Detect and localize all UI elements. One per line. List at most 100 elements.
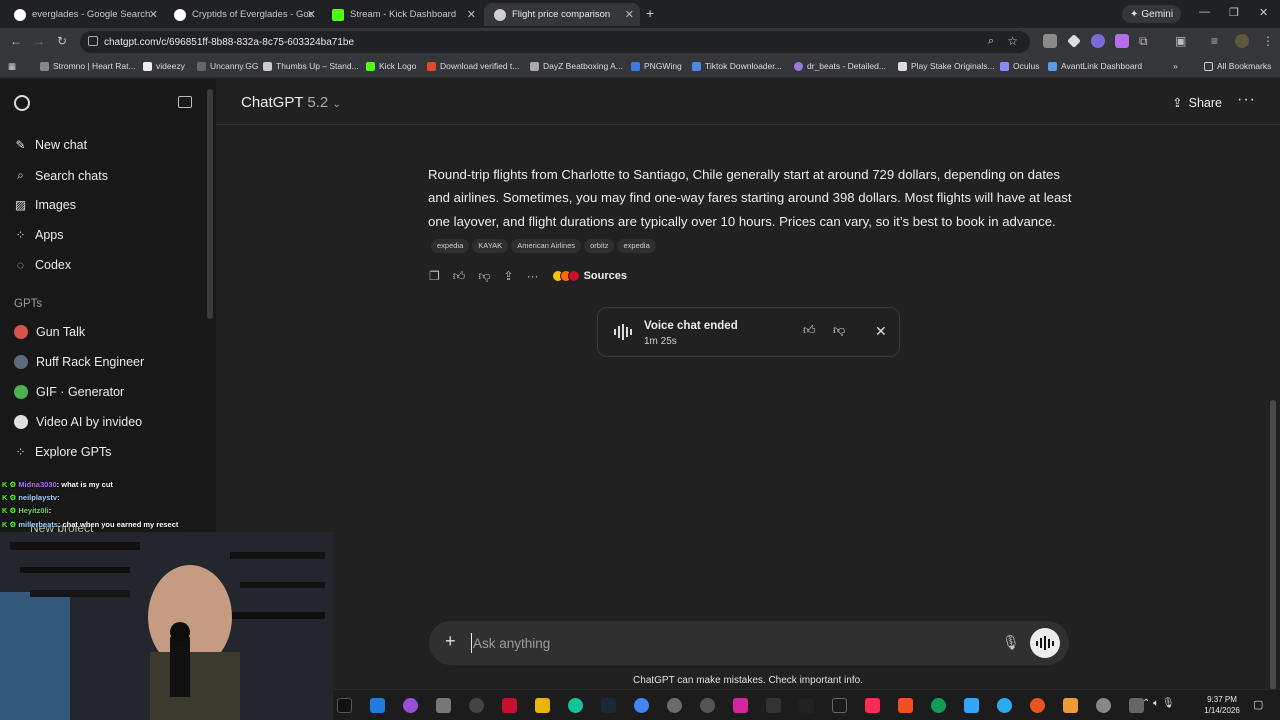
app-icon[interactable] <box>370 698 385 713</box>
tab-flight-price[interactable]: Flight price comparison ✕ <box>484 3 640 26</box>
system-clock[interactable]: 9:37 PM 1/14/2026 <box>1202 694 1242 716</box>
tab-everglades[interactable]: everglades - Google Search ✕ <box>4 3 164 26</box>
app-icon[interactable] <box>832 698 847 713</box>
tab-search-icon[interactable]: ≡ <box>1211 34 1218 48</box>
all-bookmarks[interactable]: All Bookmarks <box>1204 61 1271 71</box>
minimize-icon[interactable]: — <box>1199 6 1210 18</box>
back-icon[interactable]: ← <box>10 34 22 48</box>
site-info-icon[interactable] <box>88 36 98 46</box>
sidebar-explore-gpts[interactable]: ⁘ Explore GPTs <box>14 445 111 459</box>
citation-chip[interactable]: KAYAK <box>472 238 509 253</box>
more-options-icon[interactable]: ··· <box>1237 91 1256 109</box>
tab-kick-dashboard[interactable]: Stream - Kick Dashboard ✕ <box>322 3 482 26</box>
maximize-icon[interactable]: ❐ <box>1229 6 1239 19</box>
close-tab-icon[interactable]: ✕ <box>307 8 316 21</box>
bookmark-item[interactable]: Oculus <box>1000 61 1039 71</box>
bookmark-item[interactable]: PNGWing <box>631 61 682 71</box>
reload-icon[interactable]: ↻ <box>57 34 67 48</box>
sidebar-gpt-gif-generator[interactable]: GIF · Generator <box>14 385 124 399</box>
bookmarks-overflow-icon[interactable]: » <box>1173 61 1178 71</box>
sidebar-gpt-gun-talk[interactable]: Gun Talk <box>14 325 85 339</box>
app-icon[interactable] <box>766 698 781 713</box>
close-tab-icon[interactable]: ✕ <box>625 8 634 21</box>
copy-icon[interactable]: ❐ <box>429 269 440 283</box>
app-icon[interactable] <box>700 698 715 713</box>
close-tab-icon[interactable]: ✕ <box>467 8 476 21</box>
steam-icon[interactable] <box>601 698 616 713</box>
app-icon[interactable] <box>667 698 682 713</box>
extension-icon[interactable] <box>1043 34 1057 48</box>
thumbs-up-icon[interactable]: 👍︎ <box>803 323 816 338</box>
close-tab-icon[interactable]: ✕ <box>149 8 158 21</box>
system-tray-icons[interactable]: ⌃ 🔈︎ 🎙︎ <box>1142 698 1175 709</box>
citation-chip[interactable]: expedia <box>431 238 470 253</box>
sidebar-item-search-chats[interactable]: ⌕ Search chats <box>14 168 108 183</box>
prompt-input[interactable] <box>471 633 991 653</box>
extensions-puzzle-icon[interactable]: ⧉ <box>1139 34 1148 49</box>
sidebar-item-new-chat[interactable]: ✎ New chat <box>14 138 87 152</box>
chat-scrollbar[interactable] <box>1270 400 1276 690</box>
extension-icon[interactable] <box>1091 34 1105 48</box>
bookmark-item[interactable]: Uncanny.GG <box>197 61 259 71</box>
extension-icon[interactable] <box>1115 34 1129 48</box>
app-icon[interactable] <box>1030 698 1045 713</box>
thumbs-up-icon[interactable]: 👍︎ <box>453 269 466 284</box>
app-icon[interactable] <box>535 698 550 713</box>
bookmark-item[interactable]: Kick Logo <box>366 61 416 71</box>
epic-icon[interactable] <box>799 698 814 713</box>
bookmark-item[interactable]: Tiktok Downloader... <box>692 61 782 71</box>
citation-chip[interactable]: orbitz <box>584 238 615 253</box>
zoom-icon[interactable]: ⌕ <box>988 35 994 48</box>
bookmark-item[interactable]: Stromno | Heart Rat... <box>40 61 136 71</box>
close-window-icon[interactable]: ✕ <box>1259 6 1268 19</box>
profile-avatar[interactable] <box>1235 34 1249 48</box>
sidebar-gpt-ruff-rack[interactable]: Ruff Rack Engineer <box>14 355 144 369</box>
app-icon[interactable] <box>469 698 484 713</box>
bookmark-star-icon[interactable]: ☆ <box>1007 34 1018 48</box>
microphone-icon[interactable]: 🎙︎ <box>1002 634 1020 651</box>
bookmark-item[interactable]: Thumbs Up – Stand... <box>263 61 359 71</box>
citation-chip[interactable]: expedia <box>617 238 656 253</box>
tiktok-icon[interactable] <box>337 698 352 713</box>
voice-mode-button[interactable] <box>1030 628 1060 658</box>
apps-grid-icon[interactable]: ▦ <box>8 61 16 72</box>
new-tab-button[interactable]: + <box>646 5 654 21</box>
thumbs-down-icon[interactable]: 👎︎ <box>478 269 490 284</box>
gemini-button[interactable]: ✦ Gemini <box>1122 5 1182 23</box>
bookmark-item[interactable]: Download verified t... <box>427 61 519 71</box>
app-icon[interactable] <box>436 698 451 713</box>
plus-icon[interactable]: + <box>445 631 456 652</box>
telegram-icon[interactable] <box>997 698 1012 713</box>
citation-chip[interactable]: American Airlines <box>511 238 582 253</box>
share-icon[interactable]: ⇪ <box>504 269 514 283</box>
forward-icon[interactable]: → <box>33 34 45 48</box>
sidebar-scrollbar[interactable] <box>207 89 213 319</box>
sources-button[interactable]: Sources <box>551 270 627 282</box>
bookmark-item[interactable]: dr_beats - Detailed... <box>794 61 886 71</box>
sidebar-toggle-icon[interactable] <box>178 96 192 108</box>
sidepanel-icon[interactable]: ▣ <box>1175 34 1186 48</box>
bookmark-item[interactable]: videezy <box>143 61 185 71</box>
close-icon[interactable]: ✕ <box>875 323 887 340</box>
menu-dots-icon[interactable]: ⋮ <box>1262 34 1274 48</box>
sidebar-item-apps[interactable]: ⁘ Apps <box>14 228 63 242</box>
app-icon[interactable] <box>931 698 946 713</box>
more-icon[interactable]: ··· <box>527 269 539 283</box>
bookmark-item[interactable]: Play Stake Originals... <box>898 61 995 71</box>
openai-logo-icon[interactable] <box>14 95 30 111</box>
notification-icon[interactable]: ▢ <box>1253 698 1263 711</box>
tiktok-icon[interactable] <box>865 698 880 713</box>
thumbs-down-icon[interactable]: 👎︎ <box>833 323 845 338</box>
app-icon[interactable] <box>403 698 418 713</box>
app-icon[interactable] <box>1096 698 1111 713</box>
sidebar-item-codex[interactable]: ◌ Codex <box>14 258 71 272</box>
tab-cryptids[interactable]: Cryptids of Everglades - Google ✕ <box>164 3 322 26</box>
photoshop-icon[interactable] <box>964 698 979 713</box>
bookmark-item[interactable]: DayZ Beatboxing A... <box>530 61 623 71</box>
instagram-icon[interactable] <box>733 698 748 713</box>
model-selector[interactable]: ChatGPT 5.2 ⌄ <box>241 94 341 111</box>
bookmark-item[interactable]: AvantLink Dashboard <box>1048 61 1142 71</box>
address-bar[interactable]: chatgpt.com/c/696851ff-8b88-832a-8c75-60… <box>80 31 1030 53</box>
sidebar-item-images[interactable]: ▨ Images <box>14 198 76 212</box>
app-icon[interactable] <box>502 698 517 713</box>
